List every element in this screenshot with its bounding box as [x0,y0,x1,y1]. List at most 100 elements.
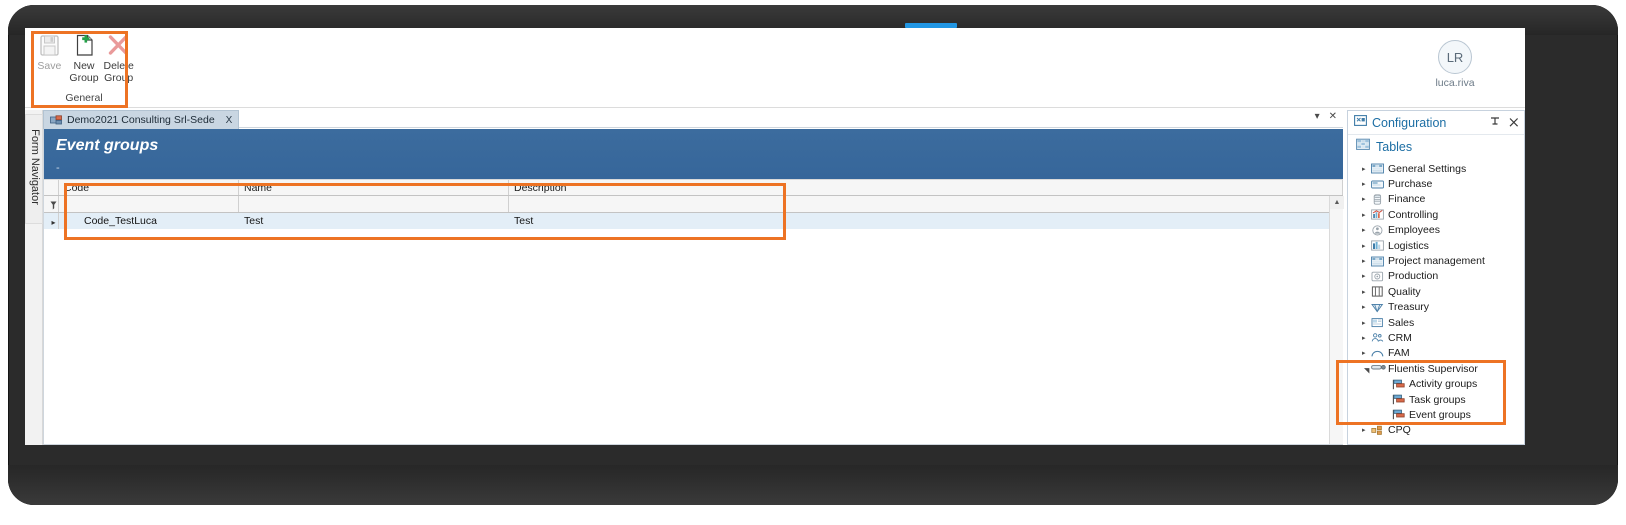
treasury-icon [1371,302,1384,313]
tree-item-cpq[interactable]: ▸ CPQ [1348,423,1524,438]
chevron-right-icon[interactable]: ▸ [1362,319,1371,327]
tree-item-crm[interactable]: ▸ CRM [1348,330,1524,345]
tree-item-event-groups[interactable]: Event groups [1348,407,1524,422]
page-subtitle: - [56,162,60,174]
chevron-down-icon[interactable]: ◢ [1363,364,1371,373]
project-icon [1371,256,1384,267]
tree-item-controlling[interactable]: ▸ Controlling [1348,207,1524,222]
table-row[interactable]: ▸ Code_TestLuca Test Test [44,213,1343,230]
document-tab-demo2021[interactable]: Demo2021 Consulting Srl-Sede X [43,110,240,129]
form-navigator-tab[interactable]: Form Navigator [25,114,43,224]
employees-icon [1371,225,1384,236]
group-icon [1392,394,1405,405]
chevron-right-icon[interactable]: ▸ [1362,349,1371,357]
tree-item-quality[interactable]: ▸ Quality [1348,284,1524,299]
ribbon-toolbar: Save New Group Delete Group General LR l… [25,28,1525,108]
company-icon [50,115,62,125]
filter-input-name[interactable] [239,196,509,212]
tree-item-logistics[interactable]: ▸ Logistics [1348,238,1524,253]
form-navigator-label: Form Navigator [29,129,41,205]
tree-item-label: Quality [1388,285,1421,298]
tree-item-label: Treasury [1388,301,1430,314]
grid-column-header-code[interactable]: Code [59,180,239,195]
row-indicator: ▸ [44,213,59,229]
avatar[interactable]: LR [1438,40,1472,74]
screenshot-root: Save New Group Delete Group General LR l… [0,0,1626,525]
chevron-right-icon[interactable]: ▸ [1362,288,1371,296]
grid-header-row: Code Name Description [44,179,1343,196]
chevron-right-icon[interactable]: ▸ [1362,334,1371,342]
tree-item-task-groups[interactable]: Task groups [1348,392,1524,407]
close-icon[interactable]: ✕ [1329,111,1337,122]
grid-filter-row[interactable] [44,196,1343,213]
tree-item-treasury[interactable]: ▸ Treasury [1348,300,1524,315]
chevron-right-icon[interactable]: ▸ [1362,165,1371,173]
tree-item-label: General Settings [1388,162,1467,175]
chevron-right-icon[interactable]: ▸ [1362,303,1371,311]
tree-item-fluentis-supervisor[interactable]: ◢ Fluentis Supervisor [1348,361,1524,376]
chevron-right-icon[interactable]: ▸ [1362,195,1371,203]
tree-item-activity-groups[interactable]: Activity groups [1348,376,1524,391]
close-icon[interactable] [1509,115,1519,133]
delete-group-label-line2: Group [104,71,134,84]
document-header: Event groups - [44,129,1343,179]
tree-item-label: Logistics [1388,239,1429,252]
filter-icon[interactable] [44,196,59,212]
filter-input-code[interactable] [59,196,239,212]
save-button[interactable]: Save [33,33,66,73]
configuration-tree: ▸ General Settings ▸ Purchase ▸ Finance ▸ Contr… [1348,161,1524,445]
row-cell-name[interactable]: Test [239,213,509,229]
production-icon [1371,271,1384,282]
configuration-panel-actions [1490,115,1519,133]
grid-vertical-scrollbar[interactable]: ▲ [1329,196,1344,444]
chevron-right-icon[interactable]: ▸ [1362,226,1371,234]
configuration-panel: Configuration Tables ▸ General Settings … [1347,110,1525,445]
tree-item-production[interactable]: ▸ Production [1348,269,1524,284]
chevron-right-icon[interactable]: ▸ [1362,272,1371,280]
save-button-label-line1: Save [37,60,62,72]
filter-input-description[interactable] [509,196,1343,212]
chevron-down-icon[interactable]: ▾ [1315,111,1320,122]
cpq-icon [1371,425,1384,436]
finance-icon [1371,194,1384,205]
document-tab-close-icon[interactable]: X [226,115,233,126]
chevron-right-icon[interactable]: ▸ [1362,426,1371,434]
delete-group-label-line1: Delete [103,60,134,72]
tree-item-employees[interactable]: ▸ Employees [1348,223,1524,238]
application-window: Save New Group Delete Group General LR l… [25,28,1525,445]
tables-section-header[interactable]: Tables [1348,135,1524,159]
grid-column-header-description[interactable]: Description [509,180,1343,195]
save-icon [37,33,62,58]
pin-icon[interactable] [1490,115,1500,133]
fam-icon [1371,348,1384,359]
grid-column-header-name[interactable]: Name [239,180,509,195]
grid-header-indicator [44,180,59,195]
tree-item-label: Employees [1388,224,1440,237]
tree-item-label: Task groups [1409,393,1466,406]
scroll-up-icon[interactable]: ▲ [1330,196,1344,209]
logistics-icon [1371,240,1384,251]
tree-item-purchase[interactable]: ▸ Purchase [1348,176,1524,191]
chevron-right-icon[interactable]: ▸ [1362,257,1371,265]
tree-item-sales[interactable]: ▸ Sales [1348,315,1524,330]
quality-icon [1371,286,1384,297]
chevron-right-icon[interactable]: ▸ [1362,180,1371,188]
row-cell-description[interactable]: Test [509,213,1343,229]
chevron-right-icon[interactable]: ▸ [1362,242,1371,250]
delete-group-button[interactable]: Delete Group [102,33,135,84]
crm-icon [1371,332,1384,343]
ribbon-group-label: General [65,92,103,104]
chevron-right-icon[interactable]: ▸ [1362,211,1371,219]
tree-item-fam[interactable]: ▸ FAM [1348,346,1524,361]
account-area[interactable]: LR luca.riva [1395,40,1515,89]
grid-empty-area [44,230,1343,444]
tree-item-label: CPQ [1388,424,1411,437]
tree-item-finance[interactable]: ▸ Finance [1348,192,1524,207]
new-group-button[interactable]: New Group [68,33,101,84]
tree-item-label: Activity groups [1409,378,1478,391]
tree-item-general-settings[interactable]: ▸ General Settings [1348,161,1524,176]
ribbon-group-general: Save New Group Delete Group General [33,30,135,106]
row-cell-code[interactable]: Code_TestLuca [59,213,239,229]
new-document-icon [72,33,97,58]
tree-item-project-management[interactable]: ▸ Project management [1348,253,1524,268]
